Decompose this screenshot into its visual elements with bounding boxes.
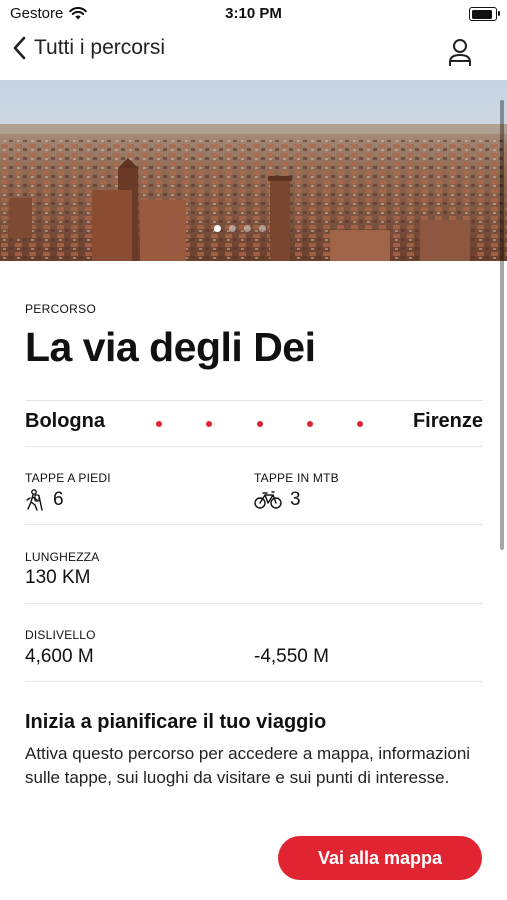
route-dot bbox=[257, 421, 263, 427]
hero-image-carousel[interactable] bbox=[0, 80, 507, 261]
walk-stages-value: 6 bbox=[25, 489, 64, 511]
divider bbox=[25, 603, 483, 604]
divider bbox=[25, 400, 483, 401]
divider bbox=[25, 681, 483, 682]
mtb-stages-value: 3 bbox=[254, 489, 301, 511]
elevation-loss-value: -4,550 M bbox=[254, 646, 329, 667]
divider bbox=[25, 446, 483, 447]
route-dot bbox=[206, 421, 212, 427]
page-dot[interactable] bbox=[214, 225, 221, 232]
walk-stages-label: TAPPE A PIEDI bbox=[25, 471, 111, 485]
bicycle-icon bbox=[254, 491, 282, 509]
user-icon bbox=[449, 39, 471, 66]
page-dot[interactable] bbox=[229, 225, 236, 232]
navigation-bar: Tutti i percorsi bbox=[0, 30, 507, 76]
back-button[interactable]: Tutti i percorsi bbox=[12, 36, 165, 60]
hiker-icon bbox=[26, 489, 43, 511]
page-dot[interactable] bbox=[244, 225, 251, 232]
profile-button[interactable] bbox=[447, 38, 473, 68]
chevron-left-icon bbox=[13, 36, 26, 60]
walk-stages-count: 6 bbox=[53, 489, 64, 510]
city-panorama-image bbox=[0, 80, 507, 261]
length-value: 130 KM bbox=[25, 567, 91, 588]
mtb-stages-label: TAPPE IN MTB bbox=[254, 471, 339, 485]
route-end: Firenze bbox=[412, 410, 483, 432]
back-label: Tutti i percorsi bbox=[34, 36, 166, 59]
route-dot bbox=[357, 421, 363, 427]
route-dot bbox=[307, 421, 313, 427]
status-time: 3:10 PM bbox=[225, 5, 282, 22]
scroll-indicator bbox=[500, 100, 504, 550]
plan-heading: Inizia a pianificare il tuo viaggio bbox=[25, 711, 327, 733]
route-endpoints: Bologna Firenze bbox=[25, 408, 483, 438]
route-eyebrow: PERCORSO bbox=[25, 302, 97, 316]
elevation-label: DISLIVELLO bbox=[25, 628, 96, 642]
length-label: LUNGHEZZA bbox=[25, 550, 100, 564]
route-dot bbox=[156, 421, 162, 427]
mtb-stages-count: 3 bbox=[290, 489, 301, 510]
page-dot[interactable] bbox=[259, 225, 266, 232]
route-start: Bologna bbox=[25, 410, 105, 432]
route-title: La via degli Dei bbox=[25, 324, 316, 370]
battery-icon bbox=[469, 7, 500, 21]
plan-description: Attiva questo percorso per accedere a ma… bbox=[25, 744, 471, 787]
carousel-page-indicator[interactable] bbox=[214, 225, 266, 232]
status-bar: Gestore 3:10 PM bbox=[0, 0, 507, 28]
elevation-gain-value: 4,600 M bbox=[25, 646, 94, 667]
divider bbox=[25, 524, 483, 525]
go-to-map-button[interactable]: Vai alla mappa bbox=[278, 836, 482, 880]
